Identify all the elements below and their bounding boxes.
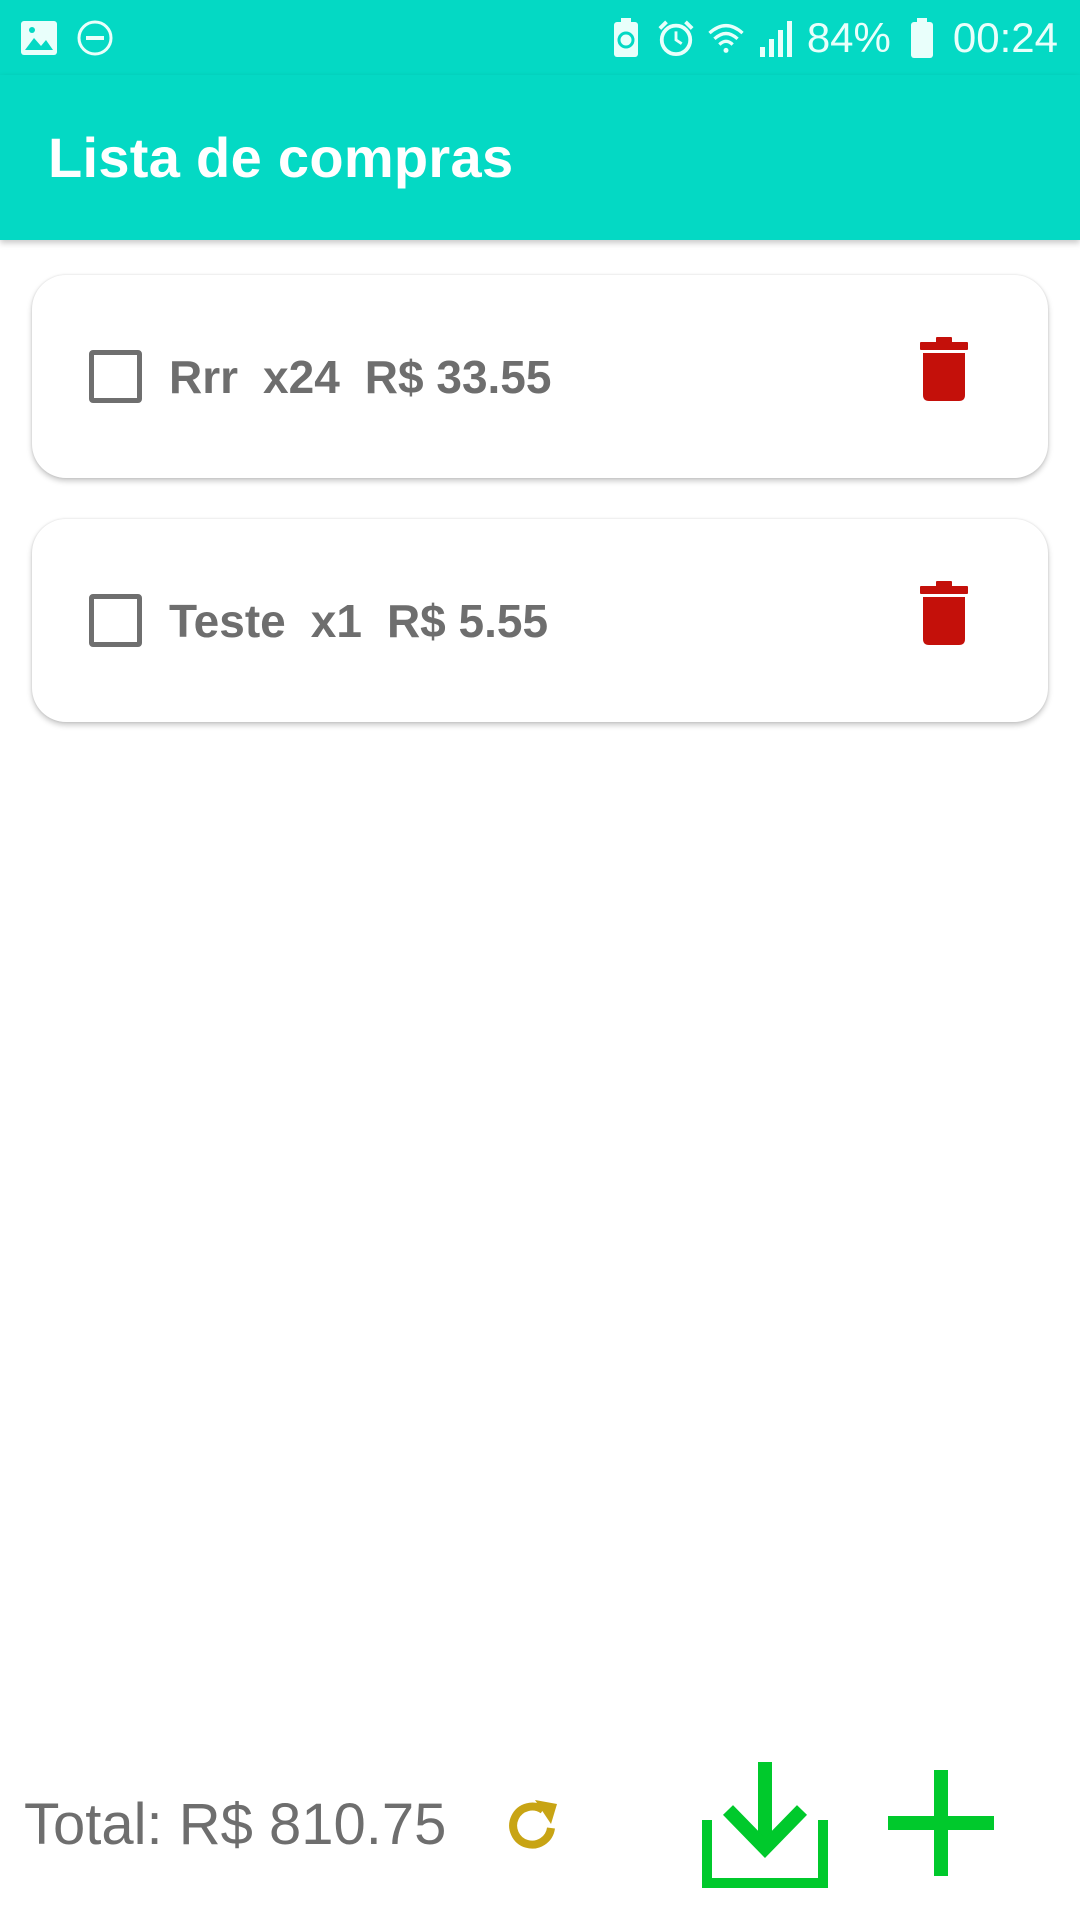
download-icon <box>702 1762 828 1888</box>
alarm-icon <box>657 19 695 57</box>
item-text: Teste x1 R$ 5.55 <box>169 594 548 648</box>
item-text: Rrr x24 R$ 33.55 <box>169 350 551 404</box>
wifi-icon <box>707 19 745 57</box>
app-bar: Lista de compras <box>0 75 1080 240</box>
refresh-button[interactable] <box>505 1798 561 1854</box>
page-title: Lista de compras <box>48 126 514 189</box>
image-icon <box>20 19 58 57</box>
refresh-icon <box>509 1800 557 1849</box>
download-button[interactable] <box>700 1760 830 1890</box>
battery-saver-icon <box>607 17 645 57</box>
trash-icon <box>920 336 968 401</box>
footer-bar: Total: R$ 810.75 <box>0 1740 1080 1920</box>
item-checkbox[interactable] <box>89 350 142 403</box>
item-price: R$ 5.55 <box>386 594 549 647</box>
add-button[interactable] <box>886 1768 996 1878</box>
status-bar: 84% 00:24 <box>0 0 1080 75</box>
item-name: Teste <box>169 594 286 647</box>
battery-icon <box>903 17 941 58</box>
total-label: Total: R$ 810.75 <box>24 1792 447 1857</box>
do-not-disturb-icon <box>76 19 114 57</box>
item-name: Rrr <box>169 350 239 403</box>
clock: 00:24 <box>952 13 1058 61</box>
status-left <box>20 19 114 57</box>
delete-button[interactable] <box>918 579 970 647</box>
status-right: 84% 00:24 <box>607 14 1058 62</box>
item-checkbox[interactable] <box>89 594 142 647</box>
item-quantity: x24 <box>263 350 340 403</box>
trash-icon <box>920 580 968 645</box>
list-item: Rrr x24 R$ 33.55 <box>32 275 1048 478</box>
list-item: Teste x1 R$ 5.55 <box>32 519 1048 722</box>
item-price: R$ 33.55 <box>364 350 552 403</box>
signal-icon <box>757 19 795 57</box>
item-quantity: x1 <box>310 594 362 647</box>
delete-button[interactable] <box>918 335 970 403</box>
add-icon <box>888 1770 994 1876</box>
shopping-list: Rrr x24 R$ 33.55 Teste x1 R$ 5.55 <box>32 275 1048 763</box>
battery-percent: 84% <box>806 13 891 61</box>
